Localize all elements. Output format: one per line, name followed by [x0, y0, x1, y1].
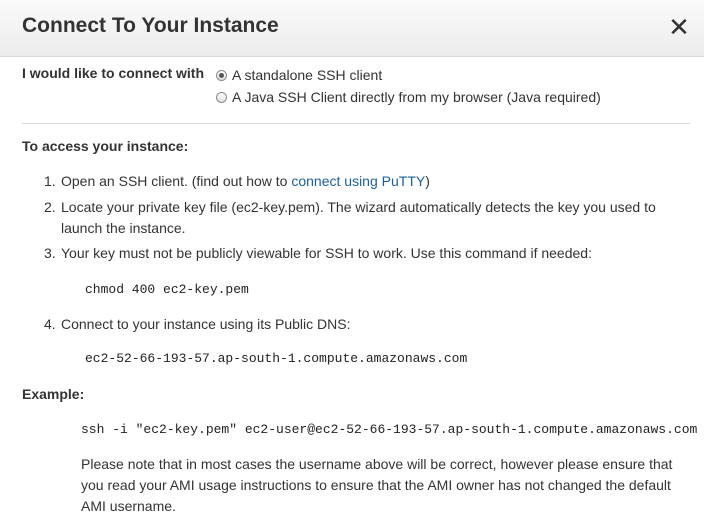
- step-text-end: ): [425, 173, 430, 189]
- access-heading: To access your instance:: [22, 138, 189, 154]
- radio-button-selected[interactable]: [216, 69, 227, 81]
- connect-with-label: I would like to connect with: [22, 65, 205, 81]
- connect-using-putty-link[interactable]: connect using PuTTY: [291, 173, 425, 189]
- step-number: 2.: [44, 199, 56, 215]
- step-2: 2. Locate your private key file (ec2-key…: [44, 197, 674, 239]
- username-note: Please note that in most cases the usern…: [81, 456, 673, 514]
- dialog-header: Connect To Your Instance ✕: [0, 0, 704, 57]
- dialog-title: Connect To Your Instance: [22, 14, 279, 37]
- step-number: 1.: [44, 173, 56, 189]
- radio-option-standalone-ssh[interactable]: A standalone SSH client: [216, 67, 382, 83]
- close-icon[interactable]: ✕: [668, 14, 690, 40]
- radio-button[interactable]: [216, 91, 227, 103]
- example-ssh-command: ssh -i "ec2-key.pem" ec2-user@ec2-52-66-…: [81, 422, 698, 437]
- step-text: Locate your private key file (ec2-key.pe…: [61, 199, 656, 236]
- radio-option-java-ssh[interactable]: A Java SSH Client directly from my brows…: [216, 89, 601, 105]
- radio-label: A standalone SSH client: [232, 67, 383, 83]
- chmod-command: chmod 400 ec2-key.pem: [85, 282, 249, 297]
- public-dns: ec2-52-66-193-57.ap-south-1.compute.amaz…: [85, 351, 468, 366]
- example-heading: Example:: [22, 386, 85, 402]
- step-text: Your key must not be publicly viewable f…: [61, 245, 592, 261]
- divider: [22, 123, 690, 124]
- radio-label: A Java SSH Client directly from my brows…: [232, 89, 601, 105]
- step-text: Open an SSH client. (find out how to: [61, 173, 292, 189]
- step-number: 4.: [44, 316, 56, 332]
- step-number: 3.: [44, 245, 56, 261]
- step-text: Connect to your instance using its Publi…: [61, 316, 351, 332]
